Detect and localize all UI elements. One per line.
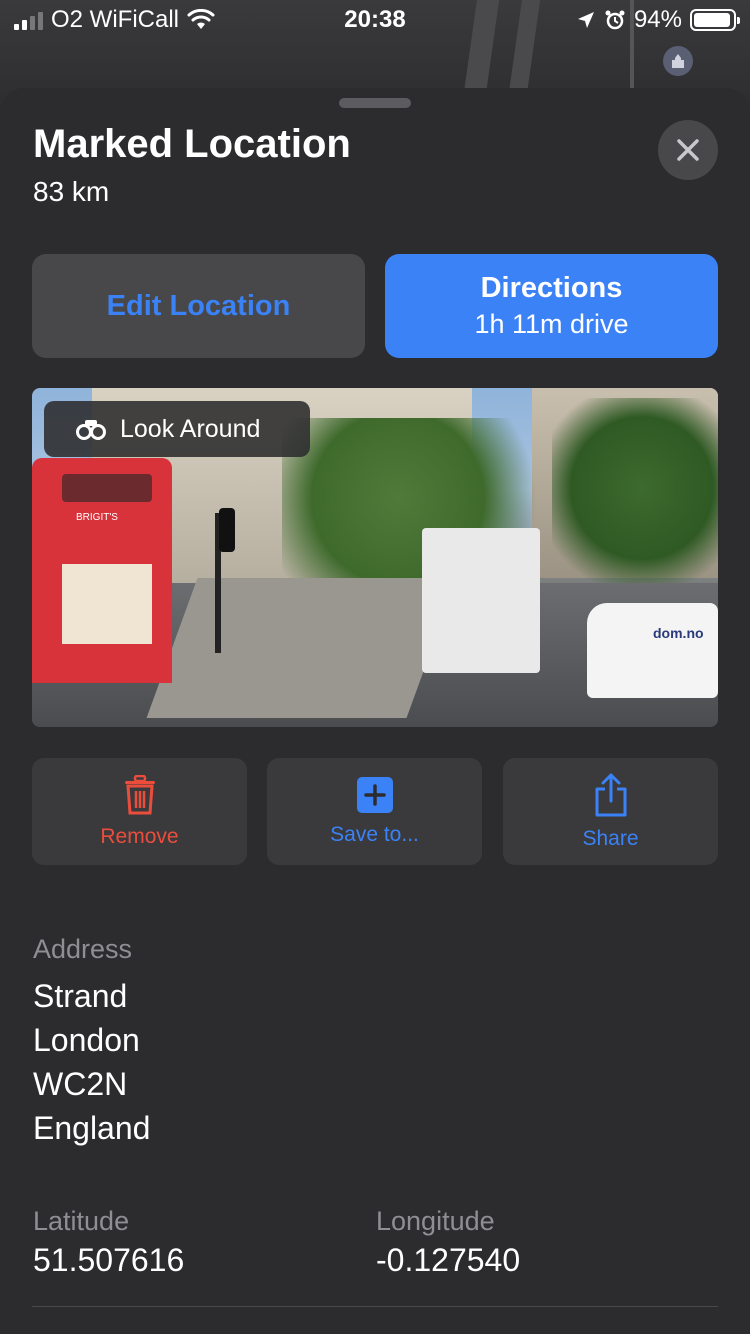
save-to-label: Save to... xyxy=(330,822,419,846)
remove-label: Remove xyxy=(100,824,179,848)
latitude-value[interactable]: 51.507616 xyxy=(33,1242,184,1279)
edit-location-label: Edit Location xyxy=(106,289,291,322)
pavement xyxy=(146,578,458,718)
address-line: England xyxy=(33,1110,151,1146)
look-around-preview[interactable]: BRIGIT'S dom.no Look Around xyxy=(32,388,718,727)
white-car: dom.no xyxy=(587,603,718,698)
sheet-grabber-handle[interactable] xyxy=(339,98,411,108)
alarm-icon xyxy=(605,10,625,30)
share-icon xyxy=(595,773,626,816)
carrier-label: O2 WiFiCall xyxy=(51,6,180,33)
traffic-light xyxy=(219,508,235,552)
look-around-button[interactable]: Look Around xyxy=(44,401,310,457)
landmark-pin-icon[interactable] xyxy=(663,46,693,76)
latitude-label: Latitude xyxy=(33,1206,130,1236)
edit-location-button[interactable]: Edit Location xyxy=(32,254,365,358)
red-bus: BRIGIT'S xyxy=(32,458,172,683)
address-line: London xyxy=(33,1022,140,1058)
plus-square-icon xyxy=(356,776,393,813)
status-bar: O2 WiFiCall 20:38 94% xyxy=(0,0,750,40)
drive-time-label: 1h 11m drive xyxy=(474,309,629,339)
address-label: Address xyxy=(33,934,133,964)
trees xyxy=(552,398,718,598)
address-value[interactable]: Strand London WC2N England xyxy=(33,974,150,1150)
longitude-value[interactable]: -0.127540 xyxy=(376,1242,520,1279)
close-button[interactable] xyxy=(658,120,718,180)
place-title: Marked Location xyxy=(33,122,351,166)
trash-icon xyxy=(124,774,155,814)
share-button[interactable]: Share xyxy=(503,758,718,865)
battery-percentage: 94% xyxy=(633,6,682,33)
bus-sign: BRIGIT'S xyxy=(76,512,118,523)
divider xyxy=(32,1306,718,1307)
directions-button[interactable]: Directions 1h 11m drive xyxy=(385,254,718,358)
close-icon xyxy=(677,139,699,161)
battery-icon xyxy=(690,9,740,31)
look-around-label: Look Around xyxy=(120,414,261,443)
longitude-label: Longitude xyxy=(376,1206,495,1236)
wifi-icon xyxy=(187,9,215,29)
directions-label: Directions xyxy=(480,272,623,304)
white-van xyxy=(422,528,540,673)
signal-strength-icon xyxy=(14,10,43,30)
distance-label: 83 km xyxy=(33,176,110,207)
address-line: WC2N xyxy=(33,1066,128,1102)
share-label: Share xyxy=(582,826,639,850)
vehicle-sign: dom.no xyxy=(653,625,704,641)
place-card-sheet: Marked Location 83 km Edit Location Dire… xyxy=(0,88,750,1334)
binoculars-icon xyxy=(76,420,106,440)
save-to-button[interactable]: Save to... xyxy=(267,758,482,865)
location-arrow-icon xyxy=(577,12,594,28)
remove-button[interactable]: Remove xyxy=(32,758,247,865)
address-line: Strand xyxy=(33,978,128,1014)
